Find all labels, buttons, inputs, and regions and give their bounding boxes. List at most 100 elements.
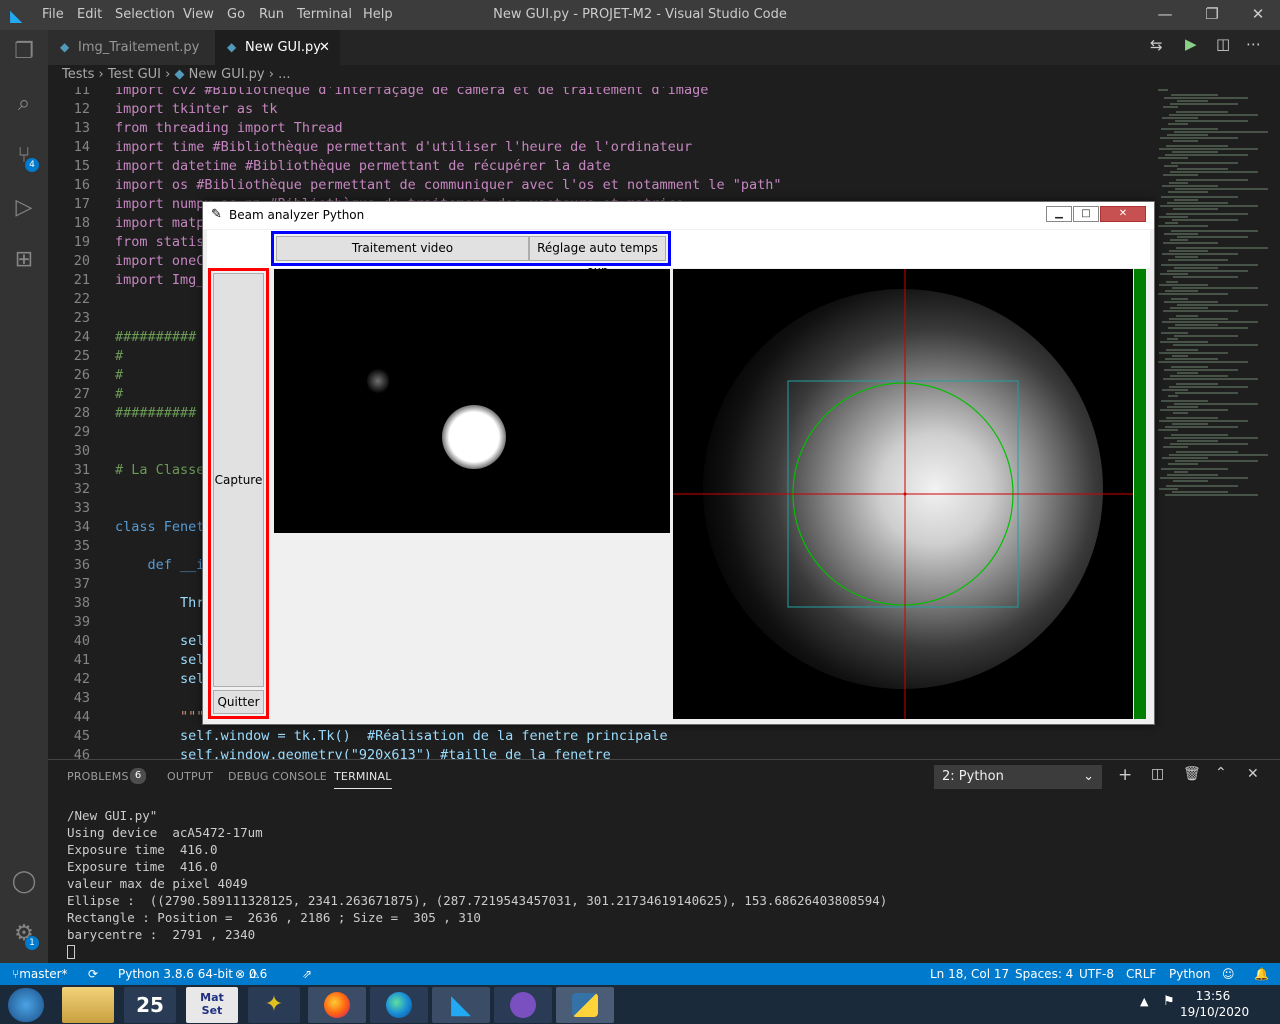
clock-time[interactable]: 13:56	[1180, 989, 1246, 1003]
tab-img-traitement[interactable]: ◆ Img_Traitement.py	[48, 30, 215, 65]
capture-button[interactable]: Capture	[213, 273, 264, 687]
app-icon-25[interactable]: 25	[124, 987, 176, 1023]
python-interpreter[interactable]: Python 3.8.6 64-bit	[118, 963, 233, 985]
terminal-select[interactable]: 2: Python ⌄	[934, 765, 1102, 789]
file-explorer-icon[interactable]	[62, 987, 114, 1023]
encoding[interactable]: UTF-8	[1079, 963, 1114, 985]
camera-live-image	[274, 269, 670, 533]
minimap-line	[1170, 239, 1188, 241]
breadcrumb-test-gui[interactable]: Test GUI	[108, 67, 161, 82]
code-text: #	[115, 348, 124, 364]
minimap-line	[1167, 270, 1248, 272]
close-panel-icon[interactable]: ✕	[1247, 766, 1259, 782]
minimap-line	[1163, 310, 1238, 312]
line-number: 30	[73, 443, 90, 459]
code-line[interactable]: 15 import datetime #Bibliothèque permetta…	[48, 157, 1148, 176]
tab-close-icon[interactable]: ✕	[319, 30, 330, 65]
vscode-taskbar-icon[interactable]: ◣	[432, 987, 490, 1023]
code-line[interactable]: 14 import time #Bibliothèque permettant d…	[48, 138, 1148, 157]
code-line[interactable]: 12 import tkinter as tk	[48, 100, 1148, 119]
minimap-line	[1172, 355, 1188, 357]
code-text: import tkinter as tk	[115, 101, 278, 117]
windows-taskbar: 25 Mat Set ✦ ◣ ▲ ⚑ 13:56 19/10/2020	[0, 985, 1280, 1024]
auto-exposure-button[interactable]: Réglage auto temps exp	[529, 236, 666, 278]
indentation[interactable]: Spaces: 4	[1015, 963, 1073, 985]
account-icon[interactable]: ◯	[10, 868, 38, 896]
run-python-file-icon[interactable]: ▶	[1185, 35, 1197, 53]
line-number: 36	[73, 557, 90, 573]
minimap-line	[1158, 157, 1188, 159]
minimap-line	[1159, 284, 1208, 286]
kill-terminal-icon[interactable]: 🗑	[1183, 766, 1201, 782]
tab-problems[interactable]: PROBLEMS	[67, 770, 129, 783]
code-line[interactable]: 16 import os #Bibliothèque permettant de …	[48, 176, 1148, 195]
code-text: def __i	[115, 557, 205, 573]
extensions-icon[interactable]: ⊞	[10, 246, 38, 274]
line-number: 43	[73, 690, 90, 706]
code-line[interactable]: 11 import cv2 #Bibliothèque d'interfaçage…	[48, 87, 1148, 100]
network-flag-icon[interactable]: ⚑	[1163, 994, 1175, 1009]
breadcrumb-file[interactable]: New GUI.py	[189, 67, 265, 82]
branch-status[interactable]: ⑂ master*	[12, 963, 68, 985]
minimap-line	[1175, 324, 1218, 326]
breadcrumb-symbols[interactable]: ...	[278, 67, 290, 82]
search-icon[interactable]: ⌕	[10, 90, 38, 118]
live-share-icon[interactable]: ⇗	[302, 963, 312, 985]
minimap-line	[1171, 230, 1258, 232]
breadcrumb-tests[interactable]: Tests	[62, 67, 94, 82]
minimap-line	[1169, 182, 1188, 184]
quit-button[interactable]: Quitter	[213, 690, 264, 714]
language-mode[interactable]: Python	[1169, 963, 1211, 985]
minimap-line	[1168, 327, 1248, 329]
python-taskbar-icon[interactable]	[556, 987, 614, 1023]
tab-debug-console[interactable]: DEBUG CONSOLE	[228, 770, 327, 783]
minimap-line	[1166, 213, 1248, 215]
tab-terminal[interactable]: TERMINAL	[334, 770, 392, 789]
close-icon[interactable]: ✕	[1243, 5, 1273, 23]
maximize-panel-icon[interactable]: ⌃	[1215, 765, 1227, 781]
problems-status[interactable]: ⊗ 0 ⚠ 6	[235, 963, 267, 985]
minimap-line	[1165, 426, 1238, 428]
tk-maximize-icon[interactable]: □	[1073, 206, 1099, 222]
tk-minimize-icon[interactable]: ▁	[1046, 206, 1072, 222]
tab-output[interactable]: OUTPUT	[167, 770, 213, 783]
minimap-line	[1166, 349, 1198, 351]
restore-icon[interactable]: ❐	[1197, 5, 1227, 23]
notifications-icon[interactable]: 🔔	[1254, 963, 1269, 985]
tray-arrow-icon[interactable]: ▲	[1140, 995, 1148, 1008]
editor-tabs: ◆ Img_Traitement.py ◆ New GUI.py ✕ ⇆ ▶ ◫…	[48, 30, 1280, 65]
windows-start-icon[interactable]	[8, 988, 44, 1022]
line-number: 23	[73, 310, 90, 326]
code-line[interactable]: 45 self.window = tk.Tk() #Réalisation de…	[48, 727, 1148, 746]
code-line[interactable]: 46 self.window.geometry("920x613") #tail…	[48, 746, 1148, 759]
line-number: 11	[73, 87, 90, 98]
matset-icon[interactable]: Mat Set	[186, 987, 238, 1023]
split-terminal-icon[interactable]: ◫	[1151, 766, 1164, 782]
tab-new-gui[interactable]: ◆ New GUI.py ✕	[215, 30, 340, 65]
cursor-position[interactable]: Ln 18, Col 17	[930, 963, 1009, 985]
minimap[interactable]	[1150, 87, 1268, 759]
clock-date[interactable]: 19/10/2020	[1180, 1005, 1249, 1019]
explorer-icon[interactable]: ❐	[10, 38, 38, 66]
code-line[interactable]: 13 from threading import Thread	[48, 119, 1148, 138]
line-number: 32	[73, 481, 90, 497]
github-desktop-icon[interactable]	[494, 987, 552, 1023]
line-ending[interactable]: CRLF	[1126, 963, 1156, 985]
compare-changes-icon[interactable]: ⇆	[1150, 36, 1163, 54]
minimap-line	[1158, 429, 1178, 431]
more-actions-icon[interactable]: ⋯	[1246, 35, 1261, 53]
video-processing-button[interactable]: Traitement video	[276, 236, 529, 261]
split-editor-icon[interactable]: ◫	[1216, 35, 1230, 53]
minimize-icon[interactable]: —	[1150, 5, 1180, 23]
line-number: 18	[73, 215, 90, 231]
feedback-icon[interactable]: ☺	[1222, 963, 1235, 985]
run-debug-icon[interactable]: ▷	[10, 194, 38, 222]
chevron-right-icon: ›	[268, 67, 279, 82]
edge-icon[interactable]	[370, 987, 428, 1023]
sync-icon[interactable]: ⟳	[88, 963, 98, 985]
tk-close-icon[interactable]: ✕	[1100, 206, 1146, 222]
new-terminal-icon[interactable]: +	[1118, 765, 1132, 785]
minimap-line	[1166, 281, 1178, 283]
app-tool-icon[interactable]: ✦	[248, 987, 300, 1023]
firefox-icon[interactable]	[308, 987, 366, 1023]
